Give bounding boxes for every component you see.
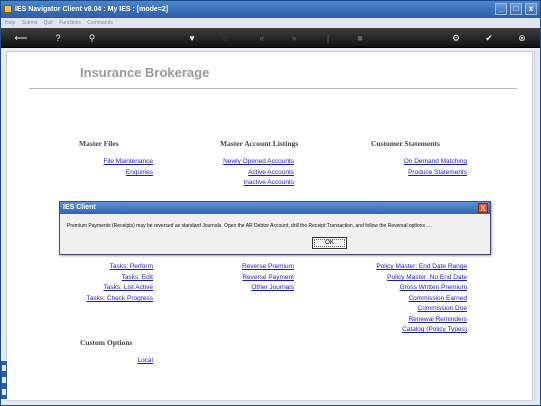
heading-custom-options: Custom Options	[80, 338, 133, 347]
next-page-icon[interactable]: »	[287, 31, 301, 45]
menu-item-submit[interactable]: Submit	[22, 20, 38, 26]
menu-item-help[interactable]: Help	[5, 20, 15, 26]
favorite-heart-icon[interactable]: ♥	[185, 31, 199, 45]
close-window-button[interactable]: x	[525, 3, 537, 15]
message-dialog: IES Client X Premium Payments (Receipts)…	[59, 201, 491, 255]
app-window: IES Navigator Client v8.04 : My IES : [m…	[0, 0, 541, 406]
title-bar: IES Navigator Client v8.04 : My IES : [m…	[1, 1, 540, 18]
vertical-scrollbar[interactable]	[534, 51, 540, 401]
toolbar: ⟵ ? ⚲ ♥ ◌ « » | ■ ⚙ ✔ ⊗	[1, 28, 540, 48]
menu-item-functions[interactable]: Functions	[59, 20, 81, 26]
link-other-journals[interactable]: Other Journals	[251, 284, 294, 291]
link-file-maintenance[interactable]: File Maintenance	[104, 158, 154, 165]
link-commission-due[interactable]: Commission Due	[418, 305, 468, 312]
close-icon[interactable]: ⊗	[515, 31, 529, 45]
link-produce-statements[interactable]: Produce Statements	[408, 169, 467, 176]
stop-icon[interactable]: ■	[353, 31, 367, 45]
menu-item-quit[interactable]: Quit	[44, 20, 53, 26]
link-tasks-check-progress[interactable]: Tasks: Check Progress	[87, 295, 153, 302]
link-policy-master-no-end-date[interactable]: Policy Master: No End Date	[387, 274, 467, 281]
side-panel-strip[interactable]	[1, 361, 7, 399]
window-title: IES Navigator Client v8.04 : My IES : [m…	[15, 6, 169, 13]
link-local[interactable]: Local	[137, 357, 153, 364]
link-commission-earned[interactable]: Commission Earned	[408, 295, 467, 302]
settings-gear-icon[interactable]: ⚙	[449, 31, 463, 45]
link-tasks-edit[interactable]: Tasks: Edit	[122, 274, 153, 281]
link-gross-written-premium[interactable]: Gross Written Premium	[400, 284, 467, 291]
dialog-close-button[interactable]: X	[478, 203, 488, 213]
dialog-title: IES Client	[60, 202, 490, 214]
back-arrow-icon[interactable]: ⟵	[9, 31, 33, 45]
page-title: Insurance Brokerage	[80, 65, 210, 80]
link-renewal-reminders[interactable]: Renewal Reminders	[408, 316, 467, 323]
first-page-icon[interactable]: «	[255, 31, 269, 45]
title-divider	[29, 88, 517, 89]
app-icon	[4, 5, 12, 13]
link-catalog-policy-types[interactable]: Catalog (Policy Types)	[402, 326, 467, 333]
search-icon[interactable]: ⚲	[85, 31, 99, 45]
link-enquiries[interactable]: Enquiries	[126, 169, 153, 176]
link-inactive-accounts[interactable]: Inactive Accounts	[243, 179, 294, 186]
heading-master-account-listings: Master Account Listings	[220, 139, 299, 148]
ok-button[interactable]: OK	[312, 237, 347, 249]
check-icon[interactable]: ✔	[482, 31, 496, 45]
link-newly-opened-accounts[interactable]: Newly Opened Accounts	[223, 158, 294, 165]
link-active-accounts[interactable]: Active Accounts	[248, 169, 294, 176]
link-tasks-perform[interactable]: Tasks: Perform	[110, 263, 153, 270]
heading-master-files: Master Files	[79, 139, 119, 148]
menu-item-commands[interactable]: Commands	[87, 20, 113, 26]
edit-icon[interactable]: |	[321, 31, 335, 45]
maximize-button[interactable]: □	[510, 3, 522, 15]
link-reverse-payment[interactable]: Reverse Payment	[242, 274, 294, 281]
heading-customer-statements: Customer Statements	[371, 139, 440, 148]
link-on-demand-matching[interactable]: On Demand Matching	[404, 158, 467, 165]
link-policy-master-end-date-range[interactable]: Policy Master: End Date Range	[376, 263, 467, 270]
menu-bar: Help Submit Quit Functions Commands	[1, 18, 540, 28]
link-reverse-premium[interactable]: Reverse Premium	[242, 263, 294, 270]
minimize-button[interactable]: _	[495, 3, 507, 15]
help-icon[interactable]: ?	[51, 31, 65, 45]
dialog-message: Premium Payments (Receipts) may be rever…	[67, 223, 432, 229]
refresh-icon[interactable]: ◌	[218, 31, 232, 45]
link-tasks-list-active[interactable]: Tasks: List Active	[104, 284, 154, 291]
